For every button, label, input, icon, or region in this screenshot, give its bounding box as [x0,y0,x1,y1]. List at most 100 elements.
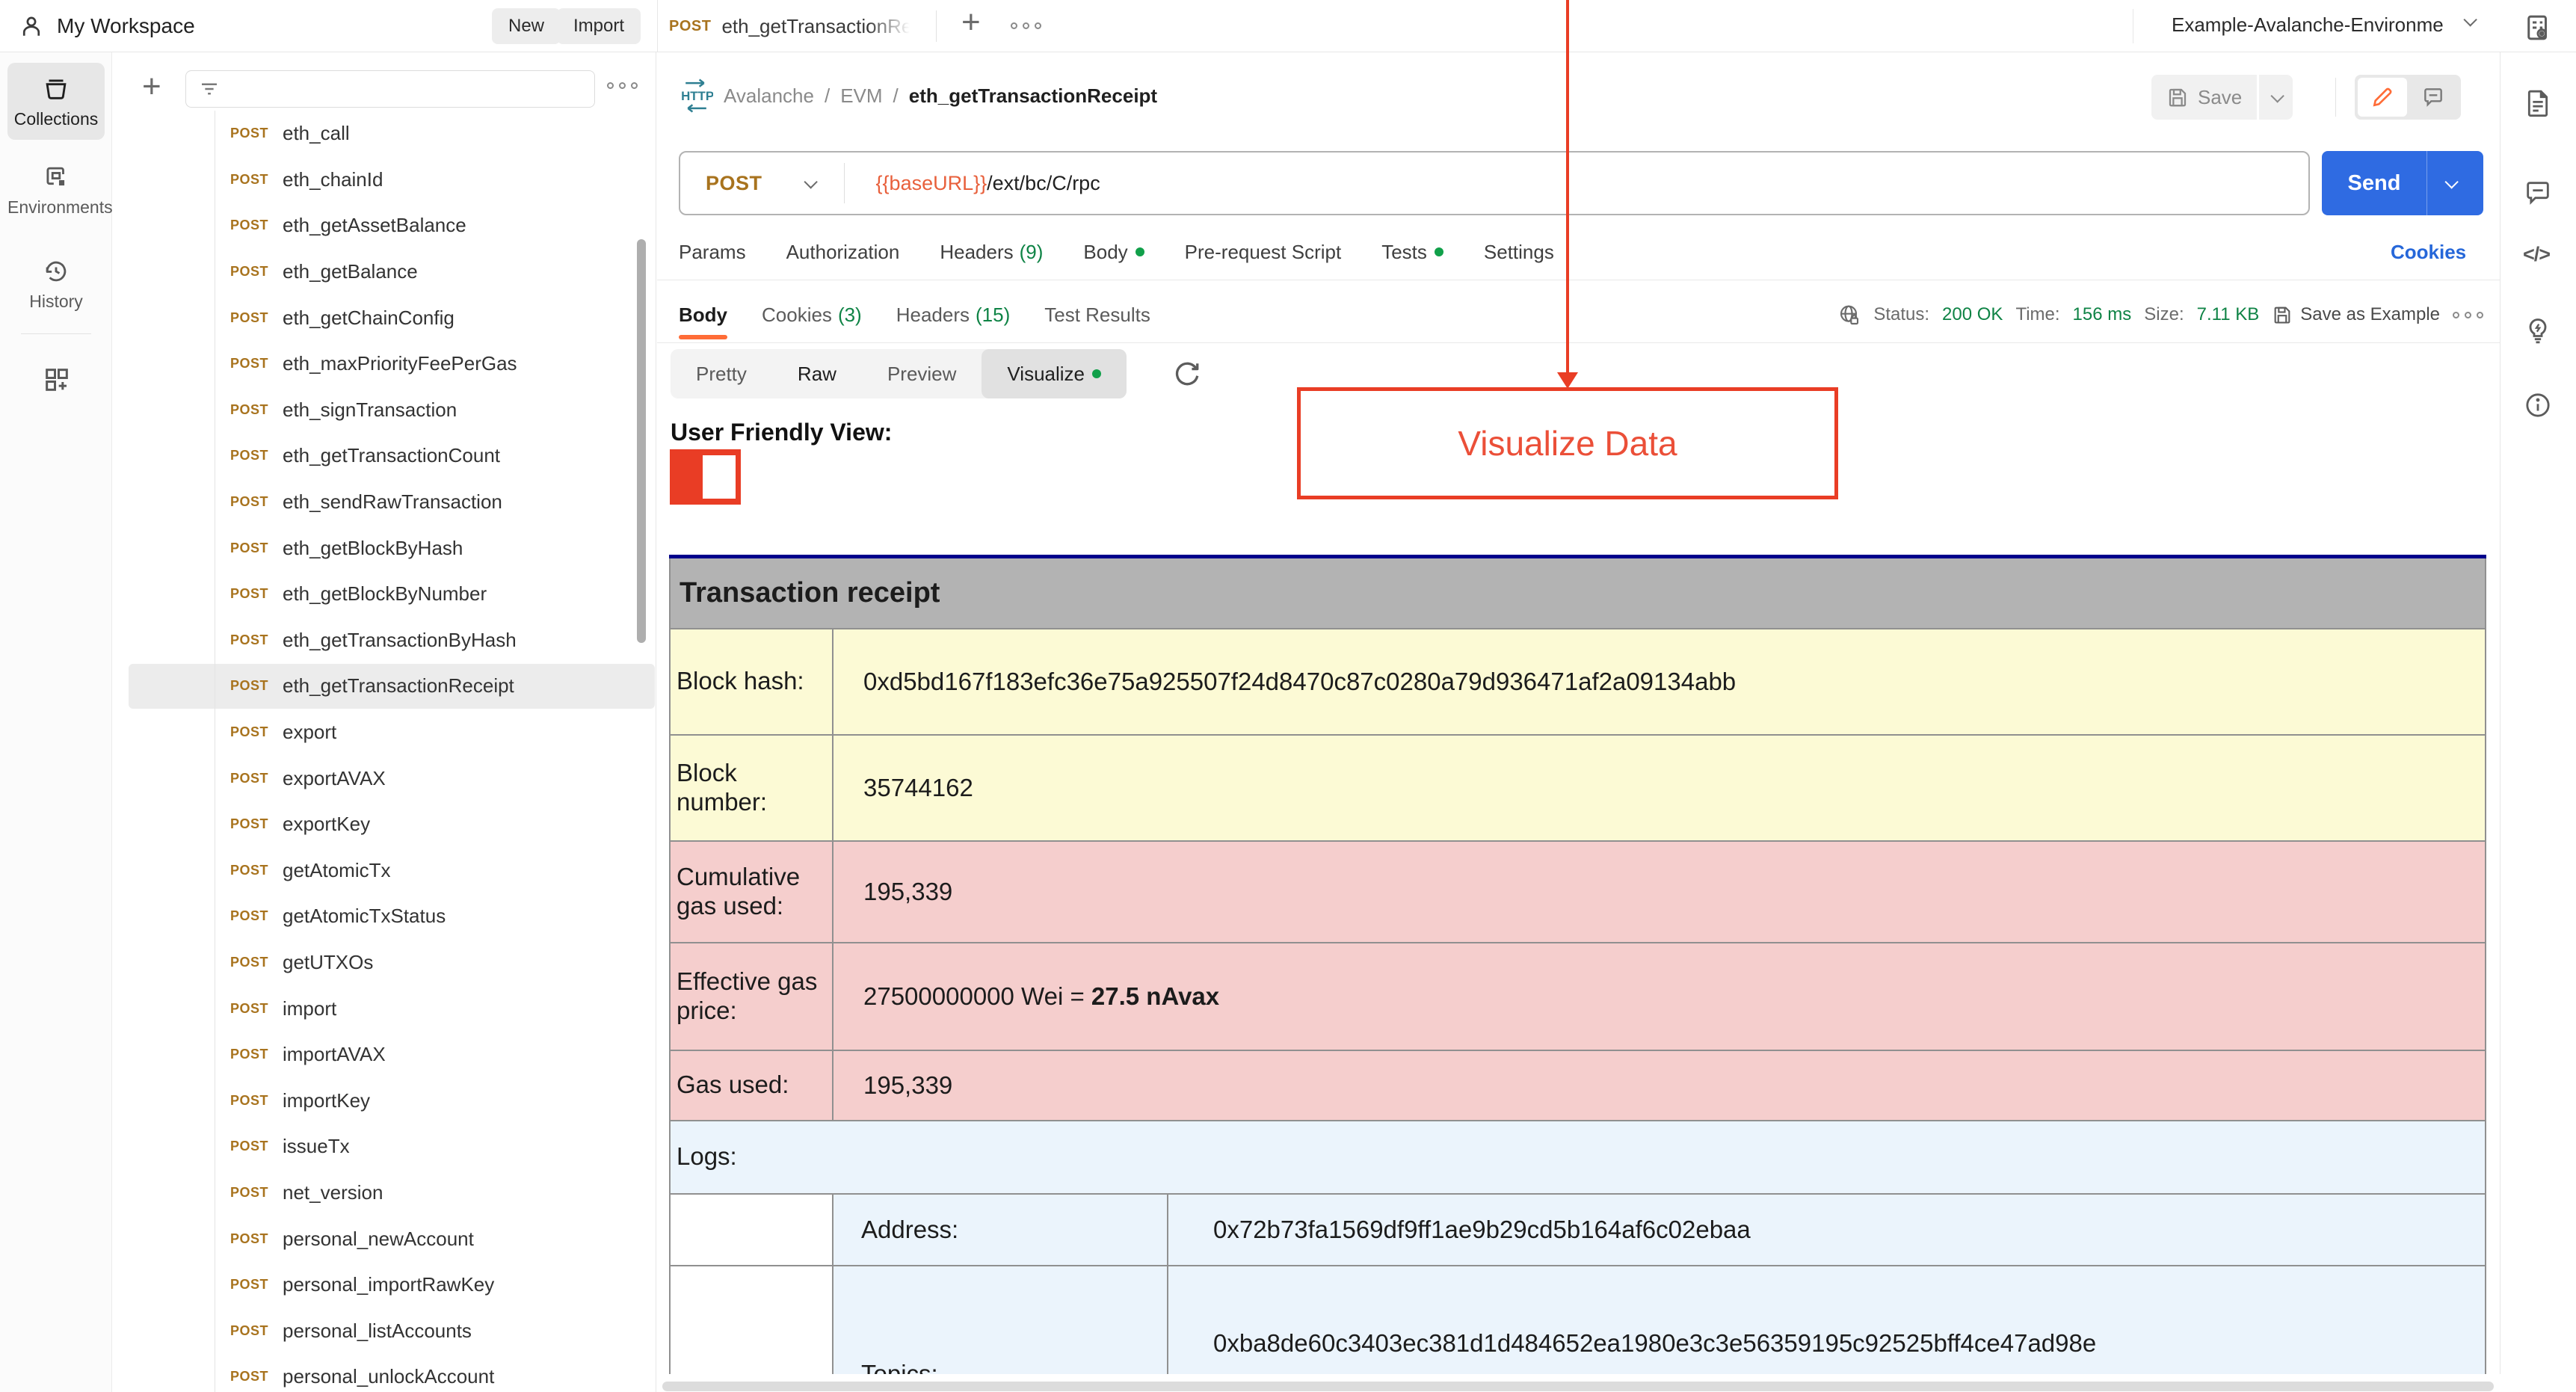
request-list-item[interactable]: POST eth_sendRawTransaction [112,479,656,526]
method-badge: POST [230,1139,269,1154]
request-list-item[interactable]: POST eth_getBlockByNumber [112,571,656,618]
rail-environments[interactable]: Environments [7,163,113,218]
rail-collections[interactable]: Collections [7,63,105,140]
cookies-link[interactable]: Cookies [2391,224,2466,280]
row-value: 27500000000 Wei = 27.5 nAvax [832,941,2486,1051]
response-tab-body[interactable]: Body [679,287,727,342]
request-list-item[interactable]: POST personal_unlockAccount [112,1354,656,1392]
request-name: eth_getTransactionReceipt [283,674,514,697]
environment-quick-look-icon[interactable] [2522,12,2554,43]
visualizer-checkbox[interactable] [670,449,741,505]
request-list-item[interactable]: POST eth_getBlockByHash [112,525,656,571]
breadcrumb-request-name[interactable]: eth_getTransactionReceipt [909,84,1157,108]
row-label: Block number: [669,733,833,842]
request-list-item[interactable]: POST net_version [112,1170,656,1216]
documentation-icon[interactable] [2523,88,2553,118]
request-list-item[interactable]: POST eth_getTransactionCount [112,433,656,479]
breadcrumb-folder[interactable]: EVM [840,84,882,108]
request-list-item[interactable]: POST issueTx [112,1124,656,1170]
request-name: personal_unlockAccount [283,1365,495,1388]
view-preview[interactable]: Preview [862,349,982,398]
row-value: 195,339 [832,1049,2486,1121]
http-icon: HTTP [679,77,713,114]
tab-method-badge: POST [669,17,712,34]
request-list-item[interactable]: POST eth_maxPriorityFeePerGas [112,341,656,387]
request-list-item[interactable]: POST import [112,985,656,1032]
code-snippet-icon[interactable]: </> [2523,243,2551,266]
request-list-item[interactable]: POST eth_chainId [112,157,656,203]
environment-selector[interactable]: Example-Avalanche-Environme [2172,13,2444,37]
view-pretty[interactable]: Pretty [671,349,772,398]
request-list-item[interactable]: POST personal_newAccount [112,1216,656,1262]
tab-headers[interactable]: Headers (9) [940,241,1043,264]
tab-params[interactable]: Params [679,241,746,264]
tab-options-icon[interactable] [1011,22,1041,29]
tab-tests[interactable]: Tests [1381,241,1443,264]
url-input[interactable]: {{baseURL}}/ext/bc/C/rpc [876,172,1100,195]
request-tab[interactable]: POST eth_getTransactionRece [669,0,910,52]
request-list-item[interactable]: POST importKey [112,1077,656,1124]
request-list-item[interactable]: POST export [112,709,656,756]
network-icon [1837,303,1861,327]
size-value: 7.11 KB [2196,304,2260,324]
sidebar-scrollbar[interactable] [637,239,646,643]
request-list-item[interactable]: POST eth_getTransactionReceipt [112,663,656,709]
comment-mode-button[interactable] [2409,78,2458,117]
info-icon[interactable] [2523,390,2553,420]
send-options-icon[interactable] [2444,174,2459,189]
breadcrumb-collection[interactable]: Avalanche [724,84,814,108]
url-path: /ext/bc/C/rpc [987,171,1100,194]
request-list-item[interactable]: POST eth_getAssetBalance [112,203,656,249]
request-list-item[interactable]: POST exportAVAX [112,755,656,801]
request-list-item[interactable]: POST eth_signTransaction [112,387,656,434]
request-list-item[interactable]: POST eth_call [112,111,656,157]
request-list-item[interactable]: POST getUTXOs [112,940,656,986]
chevron-down-icon[interactable] [2463,13,2477,27]
tab-authorization[interactable]: Authorization [786,241,900,264]
new-button[interactable]: New [492,8,561,44]
send-button[interactable]: Send [2322,151,2483,215]
response-tab-test-results[interactable]: Test Results [1044,287,1150,342]
time-value: 156 ms [2072,304,2132,324]
save-as-example-button[interactable]: Save as Example [2272,304,2440,325]
configure-sidebar-icon[interactable] [42,365,72,395]
add-collection-button[interactable]: + [142,70,161,103]
row-label: Cumulative gas used: [669,840,833,943]
request-list-item[interactable]: POST getAtomicTx [112,848,656,894]
request-list-item[interactable]: POST getAtomicTxStatus [112,893,656,940]
save-options-button[interactable] [2259,75,2293,120]
view-visualize[interactable]: Visualize [982,349,1127,398]
horizontal-scrollbar[interactable] [657,1374,2576,1392]
request-list-item[interactable]: POST personal_importRawKey [112,1262,656,1308]
response-tab-headers[interactable]: Headers (15) [896,287,1011,342]
view-raw[interactable]: Raw [772,349,862,398]
tab-settings[interactable]: Settings [1484,241,1554,264]
request-list-item[interactable]: POST eth_getBalance [112,249,656,295]
comments-icon[interactable] [2523,178,2553,208]
postbot-icon[interactable] [2523,315,2553,345]
request-list-item[interactable]: POST personal_listAccounts [112,1308,656,1354]
import-button[interactable]: Import [557,8,641,44]
tab-pre-request-script[interactable]: Pre-request Script [1185,241,1342,264]
tab-body[interactable]: Body [1083,241,1144,264]
sidebar-options-icon[interactable] [607,82,638,89]
save-icon [2166,86,2189,108]
search-input[interactable] [185,70,595,108]
response-tab-cookies[interactable]: Cookies (3) [762,287,862,342]
divider [21,333,91,334]
request-list-item[interactable]: POST exportKey [112,801,656,848]
method-badge: POST [230,724,269,740]
request-list-item[interactable]: POST importAVAX [112,1032,656,1078]
workspace-switcher[interactable]: My Workspace [18,0,195,52]
new-tab-button[interactable]: + [961,6,981,39]
edit-mode-button[interactable] [2358,78,2407,117]
rail-history[interactable]: History [7,257,105,312]
save-button[interactable]: Save [2151,75,2258,120]
topic-value: 0xba8de60c3403ec381d1d484652ea1980e3c3e5… [1213,1328,2097,1357]
response-options-icon[interactable] [2453,311,2483,318]
request-list-item[interactable]: POST eth_getTransactionByHash [112,618,656,664]
refresh-icon[interactable] [1171,357,1204,390]
method-selector[interactable]: POST [680,172,762,195]
request-list-item[interactable]: POST eth_getChainConfig [112,295,656,341]
method-chevron-icon[interactable] [803,174,818,189]
